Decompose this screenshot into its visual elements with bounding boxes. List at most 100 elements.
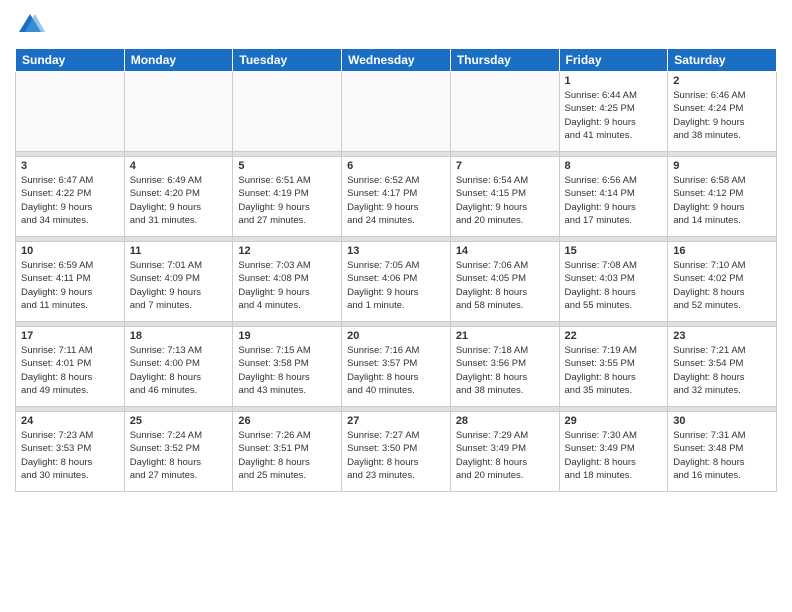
- day-cell: [450, 72, 559, 152]
- day-number: 21: [456, 330, 554, 342]
- day-cell: 21 Sunrise: 7:18 AM Sunset: 3:56 PM Dayli…: [450, 327, 559, 407]
- day-info: Sunrise: 7:15 AM Sunset: 3:58 PM Dayligh…: [238, 344, 336, 397]
- day-info: Sunrise: 6:54 AM Sunset: 4:15 PM Dayligh…: [456, 174, 554, 227]
- day-number: 2: [673, 75, 771, 87]
- week-row-2: 10 Sunrise: 6:59 AM Sunset: 4:11 PM Dayli…: [16, 242, 777, 322]
- day-cell: 13 Sunrise: 7:05 AM Sunset: 4:06 PM Dayli…: [342, 242, 451, 322]
- day-cell: 18 Sunrise: 7:13 AM Sunset: 4:00 PM Dayli…: [124, 327, 233, 407]
- day-number: 27: [347, 415, 445, 427]
- day-number: 28: [456, 415, 554, 427]
- day-info: Sunrise: 7:03 AM Sunset: 4:08 PM Dayligh…: [238, 259, 336, 312]
- day-number: 9: [673, 160, 771, 172]
- day-info: Sunrise: 7:08 AM Sunset: 4:03 PM Dayligh…: [565, 259, 663, 312]
- day-info: Sunrise: 6:58 AM Sunset: 4:12 PM Dayligh…: [673, 174, 771, 227]
- day-number: 5: [238, 160, 336, 172]
- col-header-tuesday: Tuesday: [233, 49, 342, 72]
- day-number: 13: [347, 245, 445, 257]
- header-row: SundayMondayTuesdayWednesdayThursdayFrid…: [16, 49, 777, 72]
- day-info: Sunrise: 7:13 AM Sunset: 4:00 PM Dayligh…: [130, 344, 228, 397]
- week-row-0: 1 Sunrise: 6:44 AM Sunset: 4:25 PM Daylig…: [16, 72, 777, 152]
- day-number: 26: [238, 415, 336, 427]
- day-info: Sunrise: 6:56 AM Sunset: 4:14 PM Dayligh…: [565, 174, 663, 227]
- day-number: 1: [565, 75, 663, 87]
- day-info: Sunrise: 6:52 AM Sunset: 4:17 PM Dayligh…: [347, 174, 445, 227]
- day-number: 11: [130, 245, 228, 257]
- day-number: 16: [673, 245, 771, 257]
- day-number: 3: [21, 160, 119, 172]
- day-cell: [124, 72, 233, 152]
- logo-icon: [15, 10, 45, 40]
- col-header-sunday: Sunday: [16, 49, 125, 72]
- day-number: 18: [130, 330, 228, 342]
- day-cell: 26 Sunrise: 7:26 AM Sunset: 3:51 PM Dayli…: [233, 412, 342, 492]
- day-info: Sunrise: 6:51 AM Sunset: 4:19 PM Dayligh…: [238, 174, 336, 227]
- day-info: Sunrise: 6:47 AM Sunset: 4:22 PM Dayligh…: [21, 174, 119, 227]
- day-info: Sunrise: 6:59 AM Sunset: 4:11 PM Dayligh…: [21, 259, 119, 312]
- day-number: 23: [673, 330, 771, 342]
- day-cell: 6 Sunrise: 6:52 AM Sunset: 4:17 PM Daylig…: [342, 157, 451, 237]
- day-number: 10: [21, 245, 119, 257]
- col-header-saturday: Saturday: [668, 49, 777, 72]
- day-info: Sunrise: 7:16 AM Sunset: 3:57 PM Dayligh…: [347, 344, 445, 397]
- day-info: Sunrise: 7:30 AM Sunset: 3:49 PM Dayligh…: [565, 429, 663, 482]
- page: SundayMondayTuesdayWednesdayThursdayFrid…: [0, 0, 792, 612]
- day-number: 22: [565, 330, 663, 342]
- week-row-3: 17Sunrise: 7:11 AM Sunset: 4:01 PM Dayli…: [16, 327, 777, 407]
- day-number: 19: [238, 330, 336, 342]
- day-cell: 22Sunrise: 7:19 AM Sunset: 3:55 PM Dayli…: [559, 327, 668, 407]
- calendar: SundayMondayTuesdayWednesdayThursdayFrid…: [15, 48, 777, 492]
- day-info: Sunrise: 7:10 AM Sunset: 4:02 PM Dayligh…: [673, 259, 771, 312]
- day-cell: 3 Sunrise: 6:47 AM Sunset: 4:22 PM Daylig…: [16, 157, 125, 237]
- day-number: 4: [130, 160, 228, 172]
- day-info: Sunrise: 7:27 AM Sunset: 3:50 PM Dayligh…: [347, 429, 445, 482]
- header: [15, 10, 777, 40]
- day-cell: 16 Sunrise: 7:10 AM Sunset: 4:02 PM Dayli…: [668, 242, 777, 322]
- day-cell: 12 Sunrise: 7:03 AM Sunset: 4:08 PM Dayli…: [233, 242, 342, 322]
- day-cell: 29 Sunrise: 7:30 AM Sunset: 3:49 PM Dayli…: [559, 412, 668, 492]
- day-info: Sunrise: 7:21 AM Sunset: 3:54 PM Dayligh…: [673, 344, 771, 397]
- day-info: Sunrise: 7:01 AM Sunset: 4:09 PM Dayligh…: [130, 259, 228, 312]
- day-number: 17: [21, 330, 119, 342]
- day-cell: 23 Sunrise: 7:21 AM Sunset: 3:54 PM Dayli…: [668, 327, 777, 407]
- day-number: 15: [565, 245, 663, 257]
- day-info: Sunrise: 6:49 AM Sunset: 4:20 PM Dayligh…: [130, 174, 228, 227]
- logo: [15, 10, 49, 40]
- day-info: Sunrise: 7:18 AM Sunset: 3:56 PM Dayligh…: [456, 344, 554, 397]
- day-cell: 24Sunrise: 7:23 AM Sunset: 3:53 PM Dayli…: [16, 412, 125, 492]
- day-number: 29: [565, 415, 663, 427]
- day-cell: 8 Sunrise: 6:56 AM Sunset: 4:14 PM Daylig…: [559, 157, 668, 237]
- day-cell: 27 Sunrise: 7:27 AM Sunset: 3:50 PM Dayli…: [342, 412, 451, 492]
- day-cell: 10 Sunrise: 6:59 AM Sunset: 4:11 PM Dayli…: [16, 242, 125, 322]
- day-info: Sunrise: 7:31 AM Sunset: 3:48 PM Dayligh…: [673, 429, 771, 482]
- day-info: Sunrise: 6:44 AM Sunset: 4:25 PM Dayligh…: [565, 89, 663, 142]
- col-header-monday: Monday: [124, 49, 233, 72]
- day-number: 30: [673, 415, 771, 427]
- col-header-thursday: Thursday: [450, 49, 559, 72]
- day-cell: 2Sunrise: 6:46 AM Sunset: 4:24 PM Daylig…: [668, 72, 777, 152]
- day-number: 6: [347, 160, 445, 172]
- day-info: Sunrise: 7:26 AM Sunset: 3:51 PM Dayligh…: [238, 429, 336, 482]
- day-info: Sunrise: 7:05 AM Sunset: 4:06 PM Dayligh…: [347, 259, 445, 312]
- day-info: Sunrise: 7:06 AM Sunset: 4:05 PM Dayligh…: [456, 259, 554, 312]
- day-number: 8: [565, 160, 663, 172]
- day-cell: [233, 72, 342, 152]
- col-header-friday: Friday: [559, 49, 668, 72]
- day-number: 7: [456, 160, 554, 172]
- day-number: 24: [21, 415, 119, 427]
- day-info: Sunrise: 7:24 AM Sunset: 3:52 PM Dayligh…: [130, 429, 228, 482]
- day-info: Sunrise: 7:29 AM Sunset: 3:49 PM Dayligh…: [456, 429, 554, 482]
- week-row-4: 24Sunrise: 7:23 AM Sunset: 3:53 PM Dayli…: [16, 412, 777, 492]
- day-number: 20: [347, 330, 445, 342]
- day-cell: 4 Sunrise: 6:49 AM Sunset: 4:20 PM Daylig…: [124, 157, 233, 237]
- day-cell: 14Sunrise: 7:06 AM Sunset: 4:05 PM Dayli…: [450, 242, 559, 322]
- day-cell: 25 Sunrise: 7:24 AM Sunset: 3:52 PM Dayli…: [124, 412, 233, 492]
- day-cell: 19 Sunrise: 7:15 AM Sunset: 3:58 PM Dayli…: [233, 327, 342, 407]
- day-cell: 11 Sunrise: 7:01 AM Sunset: 4:09 PM Dayli…: [124, 242, 233, 322]
- col-header-wednesday: Wednesday: [342, 49, 451, 72]
- day-cell: 28 Sunrise: 7:29 AM Sunset: 3:49 PM Dayli…: [450, 412, 559, 492]
- day-number: 12: [238, 245, 336, 257]
- day-cell: 30 Sunrise: 7:31 AM Sunset: 3:48 PM Dayli…: [668, 412, 777, 492]
- day-cell: 17Sunrise: 7:11 AM Sunset: 4:01 PM Dayli…: [16, 327, 125, 407]
- day-number: 25: [130, 415, 228, 427]
- day-cell: [342, 72, 451, 152]
